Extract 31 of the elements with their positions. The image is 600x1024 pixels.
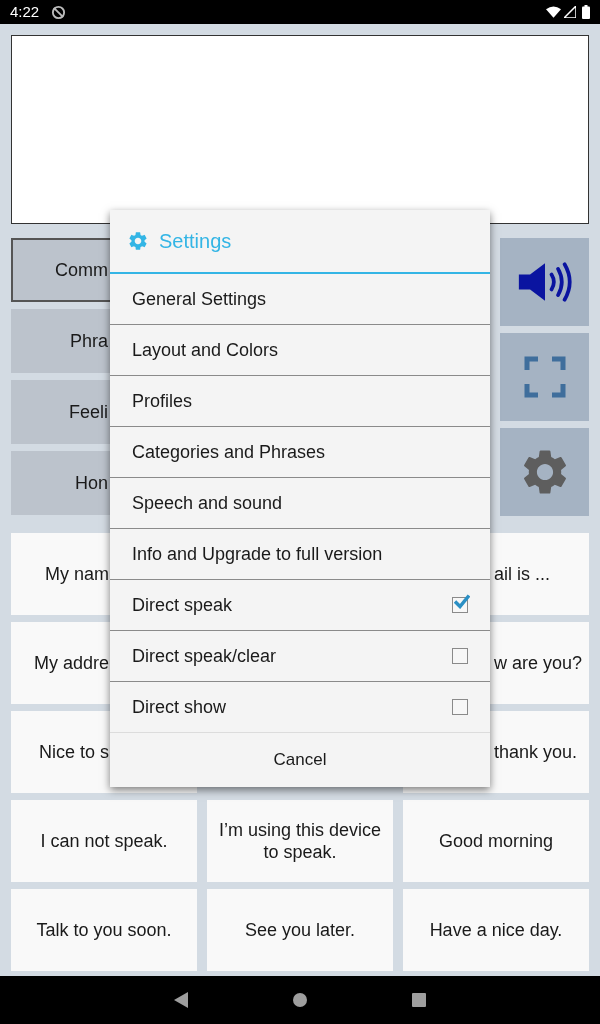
phrase-button[interactable]: I can not speak. (11, 800, 197, 882)
speaker-icon (516, 261, 573, 303)
menu-item[interactable]: Categories and Phrases (110, 427, 490, 478)
home-icon[interactable] (293, 993, 307, 1007)
menu-item[interactable]: Profiles (110, 376, 490, 427)
menu-item[interactable]: Speech and sound (110, 478, 490, 529)
checkmark-icon (454, 594, 470, 609)
settings-icon (127, 230, 149, 252)
back-icon[interactable] (174, 992, 188, 1008)
menu-item[interactable]: Direct speak (110, 580, 490, 631)
checkbox[interactable] (452, 648, 468, 664)
signal-icon (564, 6, 576, 18)
settings-button[interactable] (500, 428, 589, 516)
phrase-button[interactable]: See you later. (207, 889, 393, 971)
menu-item[interactable]: General Settings (110, 274, 490, 325)
checkbox[interactable] (452, 699, 468, 715)
menu-item[interactable]: Layout and Colors (110, 325, 490, 376)
phrase-button[interactable]: I’m using this device to speak. (207, 800, 393, 882)
menu-item[interactable]: Info and Upgrade to full version (110, 529, 490, 580)
wifi-icon (546, 6, 561, 18)
fullscreen-button[interactable] (500, 333, 589, 421)
phrase-button[interactable]: Good morning (403, 800, 589, 882)
phrase-button[interactable]: Talk to you soon. (11, 889, 197, 971)
battery-icon (582, 5, 590, 19)
menu-item[interactable]: Direct speak/clear (110, 631, 490, 682)
phrase-button[interactable]: Have a nice day. (403, 889, 589, 971)
fullscreen-icon (523, 356, 566, 398)
clock: 4:22 (10, 1, 40, 22)
sync-off-icon (51, 4, 67, 20)
checkbox[interactable] (452, 597, 468, 613)
speak-button[interactable] (500, 238, 589, 326)
